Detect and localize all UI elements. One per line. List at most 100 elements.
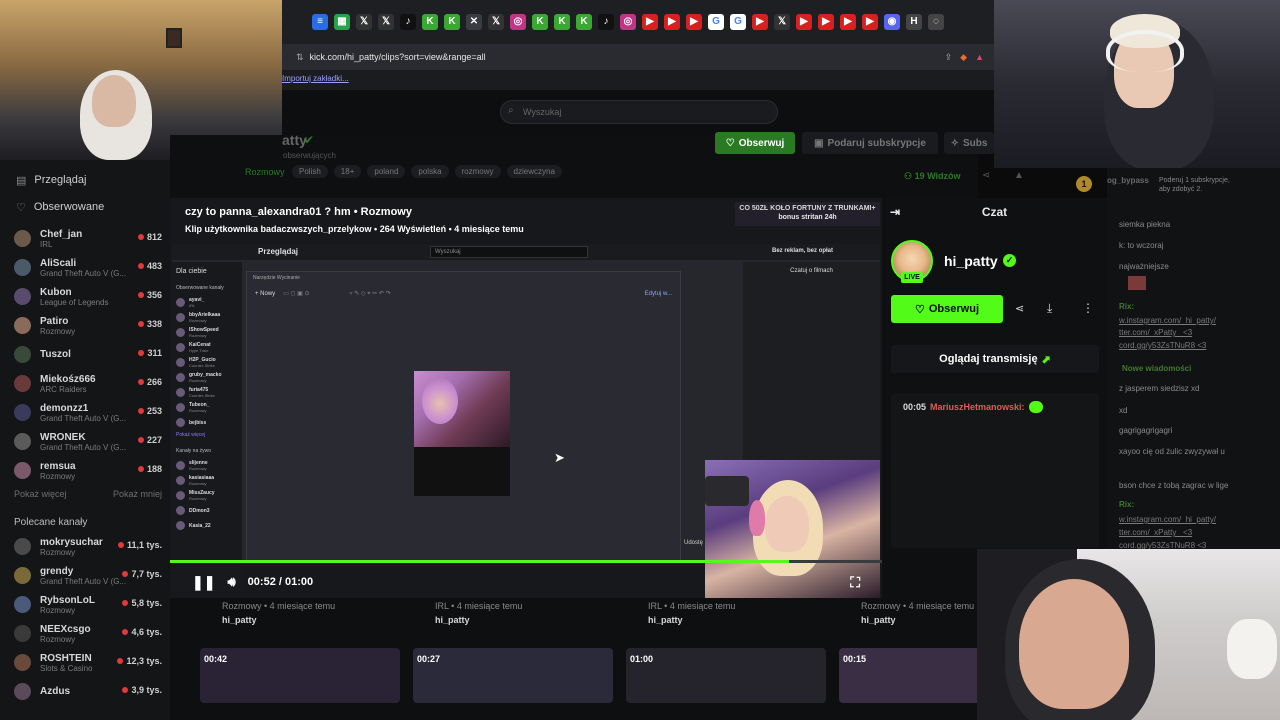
subscribe-button[interactable]: ✧ Subs: [944, 132, 994, 154]
tab-youtube-icon[interactable]: ▶: [642, 14, 658, 30]
tab-discord-icon[interactable]: ◉: [884, 14, 900, 30]
fullscreen-icon[interactable]: ⛶: [850, 574, 860, 591]
clip-author[interactable]: hi_patty: [222, 615, 257, 625]
tab-youtube-icon[interactable]: ▶: [796, 14, 812, 30]
bg-chat-line: aby zdobyć 2.: [1159, 186, 1203, 193]
tab-youtube-icon[interactable]: ▶: [862, 14, 878, 30]
tab-kick-icon[interactable]: K: [554, 14, 570, 30]
tag-item[interactable]: dziewczyna: [506, 165, 562, 178]
tab-instagram-icon[interactable]: ◎: [620, 14, 636, 30]
tab-google-icon[interactable]: G: [730, 14, 746, 30]
viewer-count-text: 311: [147, 348, 162, 358]
brave-rewards-icon[interactable]: ▲: [975, 52, 984, 62]
tab-kick-icon[interactable]: K: [444, 14, 460, 30]
watch-stream-button[interactable]: Oglądaj transmisję ⬈: [891, 345, 1099, 373]
tab-h-icon[interactable]: H: [906, 14, 922, 30]
collapse-chat-icon[interactable]: ⇥: [890, 198, 900, 226]
sidebar-channel[interactable]: demonzz1 Grand Theft Auto V (G... 253: [0, 398, 170, 427]
tag-item[interactable]: polska: [411, 165, 449, 178]
sidebar-channel[interactable]: Patiro Rozmowy 338: [0, 311, 170, 340]
category-link[interactable]: Rozmowy: [245, 167, 285, 177]
sidebar-channel[interactable]: Chef_jan IRL 812: [0, 224, 170, 253]
tag-item[interactable]: 18+: [333, 165, 362, 178]
import-bookmarks-link[interactable]: Importuj zakładki...: [282, 74, 349, 83]
tab-kick-icon[interactable]: K: [532, 14, 548, 30]
clip-duration: 01:00: [630, 654, 654, 664]
show-less-link[interactable]: Pokaż mniej: [113, 489, 162, 499]
brave-shield-icon[interactable]: ◆: [960, 52, 967, 63]
follow-button[interactable]: ♡ Obserwuj: [891, 295, 1003, 323]
snipping-tool-icons: ▭ ◻ ▣ ⊙ ▿ ✎ ◇ ⌖ ✂ ↶ ↷: [283, 291, 391, 297]
heart-icon: ♡: [725, 137, 735, 149]
tab-kick-icon[interactable]: K: [576, 14, 592, 30]
sidebar-channel[interactable]: Azdus 3,9 tys.: [0, 677, 170, 706]
clip-author[interactable]: hi_patty: [648, 615, 683, 625]
pause-icon[interactable]: ❚❚: [192, 574, 215, 591]
clip-author[interactable]: hi_patty: [435, 615, 470, 625]
inner-channel-name: ayavi_: [189, 296, 205, 303]
tab-youtube-icon[interactable]: ▶: [818, 14, 834, 30]
tab-google-icon[interactable]: G: [708, 14, 724, 30]
tab-youtube-icon[interactable]: ▶: [752, 14, 768, 30]
tag-item[interactable]: Polish: [292, 165, 328, 178]
streamer-name[interactable]: hi_patty: [944, 253, 998, 269]
share-icon[interactable]: ⋖: [1015, 302, 1024, 315]
volume-icon[interactable]: 🔊︎: [227, 574, 235, 590]
tab-instagram-icon[interactable]: ◎: [510, 14, 526, 30]
clip-author[interactable]: hi_patty: [861, 615, 896, 625]
tab-globe-icon[interactable]: ◌: [928, 14, 944, 30]
tab-close-icon[interactable]: ✕: [466, 14, 482, 30]
inner-channel-list: ayavi_ IRL bbyArielkaaa Rozmowy IShowSpeed Ro…: [172, 295, 242, 430]
tab-sheets-icon[interactable]: ▦: [334, 14, 350, 30]
bg-follow-button[interactable]: ♡ Obserwuj: [715, 132, 795, 154]
tab-x-icon[interactable]: 𝕏: [378, 14, 394, 30]
tab-docs-icon[interactable]: ≡: [312, 14, 328, 30]
tab-x-icon[interactable]: 𝕏: [488, 14, 504, 30]
tab-kick-icon[interactable]: K: [422, 14, 438, 30]
sidebar-item-browse[interactable]: ▤ Przeglądaj: [0, 168, 170, 192]
sidebar-channel[interactable]: AliScali Grand Theft Auto V (G... 483: [0, 253, 170, 282]
sidebar-channel[interactable]: Miekośz666 ARC Raiders 266: [0, 369, 170, 398]
sidebar-channel[interactable]: mokrysuchar Rozmowy 11,1 tys.: [0, 532, 170, 561]
share-icon[interactable]: ⋖: [982, 170, 990, 181]
sidebar-channel[interactable]: WRONEK Grand Theft Auto V (G... 227: [0, 427, 170, 456]
gift-sub-button[interactable]: ▣ Podaruj subskrypcje: [802, 132, 938, 154]
time-display: 00:52 / 01:00: [247, 576, 314, 588]
more-options-icon[interactable]: ⋮: [1082, 301, 1094, 315]
clip-thumbnail[interactable]: [626, 648, 826, 703]
tag-item[interactable]: rozmowy: [454, 165, 501, 178]
tab-youtube-icon[interactable]: ▶: [840, 14, 856, 30]
sidebar-item-following[interactable]: ♡ Obserwowane: [0, 195, 170, 219]
inner-channel-item: H2P_Gucio Counter-Strike: [172, 355, 242, 370]
tab-tiktok-icon[interactable]: ♪: [598, 14, 614, 30]
tab-tiktok-icon[interactable]: ♪: [400, 14, 416, 30]
sidebar-channel[interactable]: remsua Rozmowy 188: [0, 456, 170, 485]
tab-x-icon[interactable]: 𝕏: [774, 14, 790, 30]
tag-item[interactable]: poland: [367, 165, 406, 178]
clip-thumbnail[interactable]: [200, 648, 400, 703]
alert-icon[interactable]: ▲: [1014, 170, 1024, 181]
clip-meta: IRL • 4 miesiące temu: [648, 601, 736, 611]
sidebar-channel[interactable]: Kubon League of Legends 356: [0, 282, 170, 311]
sidebar-channel[interactable]: NEEXcsgo Rozmowy 4,6 tys.: [0, 619, 170, 648]
chat-username[interactable]: MariuszHetmanowski:: [930, 402, 1025, 412]
share-icon[interactable]: ⇪: [945, 52, 953, 63]
sidebar-channel[interactable]: grendy Grand Theft Auto V (G... 7,7 tys.: [0, 561, 170, 590]
follow-label: Obserwuj: [928, 303, 979, 315]
viewer-count: 812: [137, 232, 162, 242]
inner-channel-avatar: [176, 506, 185, 515]
tab-x-icon[interactable]: 𝕏: [356, 14, 372, 30]
download-icon[interactable]: ⤓: [1047, 301, 1052, 316]
sidebar-channel[interactable]: RybsonLoL Rozmowy 5,8 tys.: [0, 590, 170, 619]
tab-youtube-icon[interactable]: ▶: [686, 14, 702, 30]
sidebar-channel[interactable]: ROSHTEIN Slots & Casino 12,3 tys.: [0, 648, 170, 677]
inner-followed-heading: Obserwowane kanały: [176, 285, 224, 291]
tab-youtube-icon[interactable]: ▶: [664, 14, 680, 30]
show-more-link[interactable]: Pokaż więcej: [14, 489, 67, 499]
clip-thumbnail[interactable]: [413, 648, 613, 703]
viewer-count-text: 7,7 tys.: [131, 569, 162, 579]
search-input[interactable]: Wyszukaj: [500, 100, 778, 124]
channel-game: Grand Theft Auto V (G...: [40, 268, 127, 278]
address-bar[interactable]: ⇅ kick.com/hi_patty/clips?sort=view&rang…: [282, 44, 994, 70]
sidebar-channel[interactable]: Tuszol 311: [0, 340, 170, 369]
